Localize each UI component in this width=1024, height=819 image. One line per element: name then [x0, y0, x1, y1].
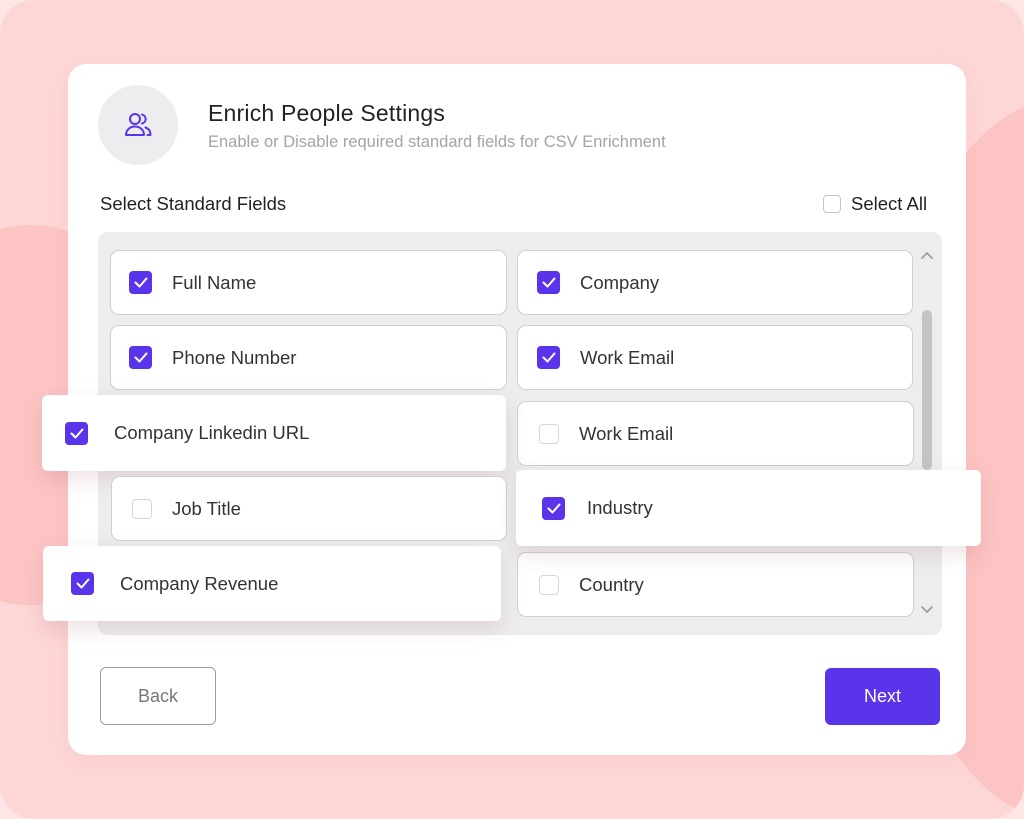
field-job-title[interactable]: Job Title	[111, 476, 507, 541]
field-label: Work Email	[579, 422, 674, 444]
field-label: Work Email	[580, 346, 675, 368]
check-icon	[70, 428, 83, 438]
check-icon	[547, 503, 560, 513]
check-icon	[542, 352, 555, 363]
check-icon	[134, 277, 147, 288]
back-button[interactable]: Back	[100, 667, 216, 725]
field-work-email[interactable]: Work Email	[517, 325, 913, 390]
select-all-checkbox[interactable]: Select All	[823, 192, 927, 216]
chevron-up-icon	[921, 251, 933, 259]
field-industry[interactable]: Industry	[516, 470, 981, 546]
scroll-down-arrow[interactable]	[919, 602, 935, 616]
scrollbar-thumb[interactable]	[922, 310, 932, 470]
field-checkbox[interactable]	[132, 498, 152, 519]
field-checkbox[interactable]	[65, 421, 88, 445]
header-avatar	[98, 85, 178, 165]
chevron-down-icon	[921, 605, 933, 613]
field-checkbox[interactable]	[537, 346, 560, 369]
field-company-revenue[interactable]: Company Revenue	[43, 546, 501, 621]
field-country[interactable]: Country	[517, 552, 914, 617]
field-label: Industry	[587, 497, 653, 518]
field-company[interactable]: Company	[517, 250, 913, 315]
field-label: Company	[580, 271, 660, 293]
check-icon	[542, 277, 555, 288]
check-icon	[76, 578, 89, 589]
field-work-email-secondary[interactable]: Work Email	[517, 401, 914, 466]
field-checkbox[interactable]	[542, 496, 565, 520]
field-checkbox[interactable]	[539, 574, 559, 595]
users-icon	[125, 113, 152, 136]
field-phone-number[interactable]: Phone Number	[110, 325, 507, 390]
select-all-box[interactable]	[823, 195, 841, 213]
next-button[interactable]: Next	[825, 668, 940, 725]
field-checkbox[interactable]	[71, 572, 94, 595]
field-full-name[interactable]: Full Name	[110, 250, 507, 315]
page-title: Enrich People Settings	[208, 100, 446, 126]
page-subtitle: Enable or Disable required standard fiel…	[208, 133, 666, 151]
field-checkbox[interactable]	[129, 271, 152, 294]
field-checkbox[interactable]	[539, 423, 559, 444]
field-label: Phone Number	[172, 346, 297, 368]
field-label: Company Linkedin URL	[114, 422, 310, 443]
scroll-up-arrow[interactable]	[919, 248, 935, 262]
field-label: Company Revenue	[120, 572, 279, 594]
field-label: Job Title	[172, 497, 241, 519]
field-label: Full Name	[172, 271, 257, 293]
section-label: Select Standard Fields	[100, 193, 287, 214]
field-company-linkedin-url[interactable]: Company Linkedin URL	[42, 395, 506, 471]
check-icon	[134, 352, 147, 363]
field-checkbox[interactable]	[129, 346, 152, 369]
field-label: Country	[579, 573, 644, 595]
field-checkbox[interactable]	[537, 271, 560, 294]
select-all-label: Select All	[851, 193, 928, 214]
